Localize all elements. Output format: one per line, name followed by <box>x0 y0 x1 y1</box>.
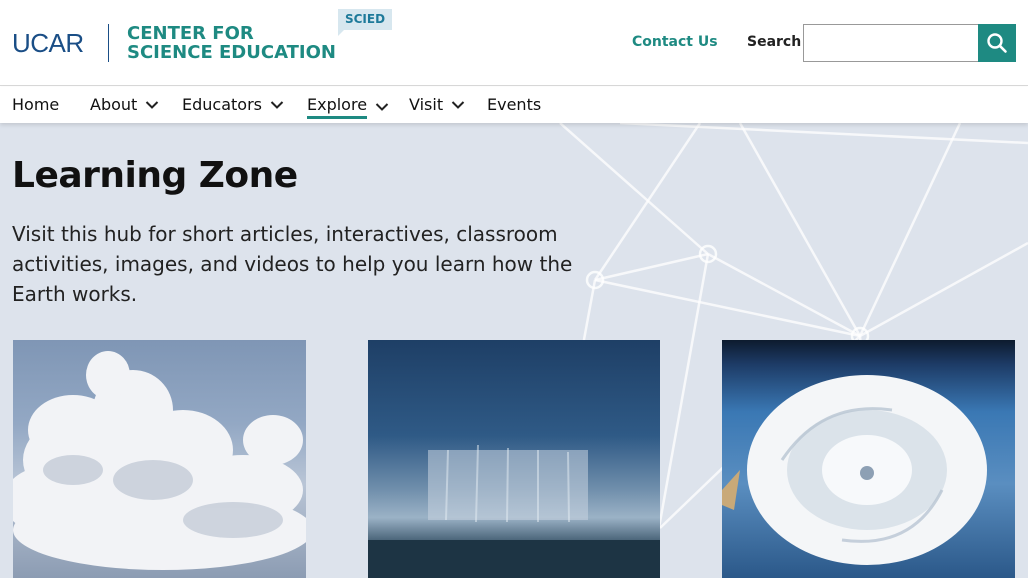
nav-item-educators[interactable]: Educators <box>182 95 284 115</box>
rain-shower-photo <box>368 444 660 578</box>
card-hurricane[interactable] <box>722 340 1015 578</box>
page-title: Learning Zone <box>12 155 298 196</box>
nav-item-visit[interactable]: Visit <box>409 95 465 115</box>
page-intro: Visit this hub for short articles, inter… <box>12 222 573 306</box>
card-rain-shower[interactable] <box>368 340 660 578</box>
nav-label: Events <box>487 95 542 114</box>
chevron-down-icon[interactable] <box>451 100 465 110</box>
nav-label: Visit <box>409 95 444 114</box>
search-button[interactable] <box>978 24 1016 62</box>
search-input[interactable] <box>803 24 979 62</box>
nav-label: Home <box>12 95 60 114</box>
scied-badge: SCIED <box>338 9 392 36</box>
chevron-down-icon[interactable] <box>145 100 159 110</box>
hero-section: Learning Zone Visit this hub for short a… <box>0 123 1028 578</box>
hurricane-satellite-photo <box>722 375 987 565</box>
ucar-logo[interactable]: UCAR <box>12 28 84 58</box>
card-clouds[interactable] <box>13 340 306 578</box>
nav-label: Explore <box>307 95 368 119</box>
logo-line-1: CENTER FOR <box>127 23 254 44</box>
contact-us-link[interactable]: Contact Us <box>632 34 718 50</box>
search-label: Search <box>747 34 802 50</box>
scied-logo-text[interactable]: CENTER FOR SCIENCE EDUCATION <box>127 24 336 62</box>
chevron-down-icon[interactable] <box>375 102 389 112</box>
nav-label: About <box>90 95 138 114</box>
nav-item-home[interactable]: Home <box>12 95 59 115</box>
site-header: UCAR CENTER FOR SCIENCE EDUCATION SCIED … <box>0 0 1028 86</box>
logo-line-2: SCIENCE EDUCATION <box>127 42 336 63</box>
search-icon <box>987 33 1007 53</box>
clouds-photo <box>13 351 306 570</box>
nav-label: Educators <box>182 95 262 114</box>
logo-divider <box>108 24 109 62</box>
main-nav: Home About Educators Explore Visit Event… <box>0 87 1028 123</box>
nav-item-events[interactable]: Events <box>487 95 541 115</box>
nav-item-about[interactable]: About <box>90 95 159 115</box>
chevron-down-icon[interactable] <box>270 100 284 110</box>
nav-item-explore[interactable]: Explore <box>307 95 389 119</box>
